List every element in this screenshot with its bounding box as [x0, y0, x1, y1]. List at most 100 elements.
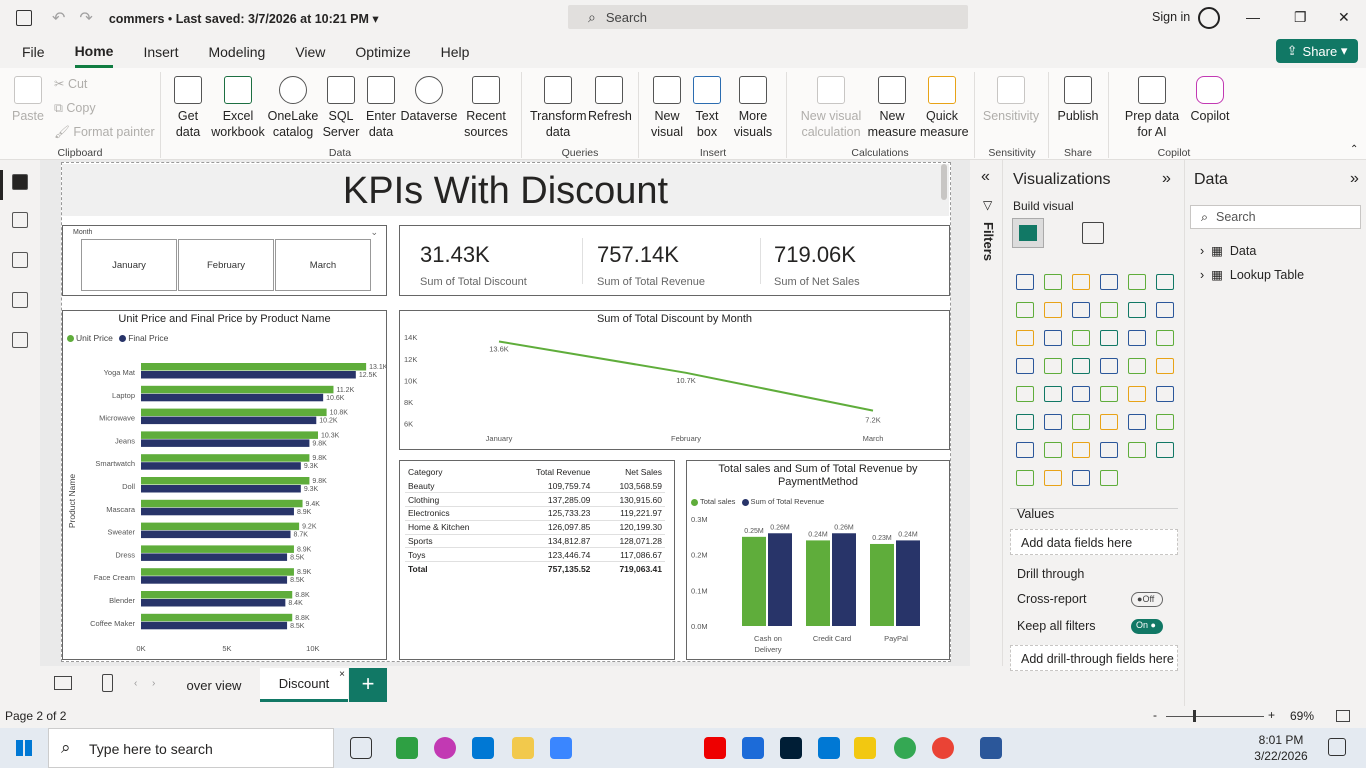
100-column-visual-icon[interactable]	[1156, 274, 1174, 290]
slicer-item-february[interactable]: February	[178, 239, 274, 291]
column-header[interactable]: Total Revenue	[504, 465, 593, 479]
100-area-visual-icon[interactable]	[1100, 302, 1118, 318]
stacked-bar-visual-icon[interactable]	[1016, 274, 1034, 290]
photoshop-icon[interactable]	[780, 737, 802, 759]
copy-button[interactable]: ⧉ Copy	[54, 100, 96, 116]
save-icon[interactable]	[16, 10, 32, 26]
kpi-card-group[interactable]: 31.43K Sum of Total Discount 757.14K Sum o…	[399, 225, 950, 296]
filters-pane[interactable]: « ▽ Filters	[975, 160, 1003, 666]
menu-view[interactable]: View	[295, 38, 325, 66]
ribbon-visual-icon[interactable]	[1016, 330, 1034, 346]
transform-data-button[interactable]: Transform data	[530, 76, 587, 140]
sensitivity-button[interactable]: Sensitivity	[980, 76, 1042, 124]
table-visual-icon[interactable]	[1100, 386, 1118, 402]
task-view-icon[interactable]	[350, 737, 372, 759]
sales-by-payment-chart[interactable]: Total sales and Sum of Total Revenue by …	[686, 460, 950, 660]
decomposition-tree-visual-icon[interactable]	[1072, 414, 1090, 430]
recent-sources-button[interactable]: Recent sources	[460, 76, 512, 140]
minimize-icon[interactable]: —	[1246, 9, 1260, 25]
search-box[interactable]: ⌕ Search	[568, 5, 968, 29]
funnel-visual-icon[interactable]	[1072, 330, 1090, 346]
close-icon[interactable]: ✕	[1338, 9, 1350, 26]
app-icon[interactable]	[742, 737, 764, 759]
qa-visual-icon[interactable]	[1100, 414, 1118, 430]
file-explorer-icon[interactable]	[512, 737, 534, 759]
close-tab-icon[interactable]: ×	[339, 669, 345, 680]
prep-data-ai-button[interactable]: Prep data for AI	[1116, 76, 1188, 140]
paginated-visual-icon[interactable]	[1156, 414, 1174, 430]
cross-report-toggle[interactable]: ●Off	[1131, 592, 1163, 607]
zoom-slider[interactable]	[1166, 716, 1264, 717]
line-clustered-visual-icon[interactable]	[1156, 302, 1174, 318]
enter-data-button[interactable]: Enter data	[362, 76, 400, 140]
values-field-well[interactable]: Add data fields here	[1010, 529, 1178, 555]
pycharm-icon[interactable]	[396, 737, 418, 759]
narrative-visual-icon[interactable]	[1128, 414, 1146, 430]
paste-button[interactable]: Paste	[10, 76, 46, 124]
keep-filters-toggle[interactable]: On ●	[1131, 619, 1163, 634]
pie-visual-icon[interactable]	[1128, 330, 1146, 346]
vscode-icon[interactable]	[818, 737, 840, 759]
model-view-icon[interactable]	[12, 252, 28, 268]
expand-icon[interactable]: »	[1350, 170, 1359, 188]
more-visual-icon[interactable]	[1100, 470, 1118, 486]
slicer-item-january[interactable]: January	[81, 239, 177, 291]
restore-icon[interactable]: ❐	[1294, 9, 1307, 26]
collapse-ribbon-icon[interactable]: ⌃	[1350, 144, 1358, 155]
dax-query-icon[interactable]	[12, 292, 28, 308]
report-page-visual-icon[interactable]	[1044, 442, 1062, 458]
table-item-data[interactable]: › ▦ Data	[1200, 243, 1256, 258]
power-bi-icon[interactable]	[854, 737, 876, 759]
waterfall-visual-icon[interactable]	[1044, 330, 1062, 346]
share-button[interactable]: ⇪ Share ▾	[1276, 39, 1358, 63]
100-bar-visual-icon[interactable]	[1128, 274, 1146, 290]
quick-measure-button[interactable]: Quick measure	[920, 76, 969, 140]
tab-discount[interactable]: Discount ×	[260, 668, 348, 702]
table-row[interactable]: Sports 134,812.87 128,071.28	[405, 534, 665, 549]
chevron-down-icon[interactable]: ⌄	[370, 227, 378, 238]
python-visual-visual-icon[interactable]	[1016, 414, 1034, 430]
collapse-icon[interactable]: «	[981, 168, 990, 186]
word-icon[interactable]	[980, 737, 1002, 759]
zoom-out-icon[interactable]: -	[1153, 708, 1157, 722]
text-box-button[interactable]: Text box	[688, 76, 726, 140]
zoom-slider-thumb[interactable]	[1193, 710, 1196, 722]
new-measure-button[interactable]: New measure	[866, 76, 918, 140]
sign-in-button[interactable]: Sign in	[1152, 10, 1190, 24]
multi-row-card-visual-icon[interactable]	[1016, 386, 1034, 402]
windows-start-icon[interactable]	[16, 740, 32, 756]
taskbar-search[interactable]: ⌕ Type here to search	[48, 728, 334, 768]
fit-page-icon[interactable]	[1336, 710, 1350, 722]
gauge-visual-icon[interactable]	[1128, 358, 1146, 374]
filled-map-visual-icon[interactable]	[1072, 358, 1090, 374]
chrome-icon[interactable]	[894, 737, 916, 759]
tmdl-view-icon[interactable]	[12, 332, 28, 348]
azure-map-visual-icon[interactable]	[1100, 358, 1118, 374]
add-page-button[interactable]: +	[349, 668, 387, 702]
trophy-visual-icon[interactable]	[1016, 442, 1034, 458]
clustered-column-visual-icon[interactable]	[1100, 274, 1118, 290]
map-visual-icon[interactable]	[1044, 358, 1062, 374]
line-visual-icon[interactable]	[1016, 302, 1034, 318]
chrome-profile-icon[interactable]	[932, 737, 954, 759]
file-title[interactable]: commers • Last saved: 3/7/2026 at 10:21 …	[109, 11, 379, 26]
onelake-button[interactable]: OneLake catalog	[266, 76, 320, 140]
menu-home[interactable]: Home	[74, 37, 114, 68]
copilot-button[interactable]: Copilot	[1188, 76, 1232, 124]
menu-file[interactable]: File	[22, 38, 45, 66]
column-header[interactable]: Category	[405, 465, 504, 479]
account-icon[interactable]	[1198, 7, 1220, 29]
cut-button[interactable]: ✂ Cut	[54, 76, 87, 92]
clustered-bar-visual-icon[interactable]	[1072, 274, 1090, 290]
build-visual-tab[interactable]	[1012, 218, 1044, 248]
slicer-item-march[interactable]: March	[275, 239, 371, 291]
menu-insert[interactable]: Insert	[143, 38, 178, 66]
matrix-visual-icon[interactable]	[1128, 386, 1146, 402]
stacked-area-visual-icon[interactable]	[1072, 302, 1090, 318]
table-view-icon[interactable]	[12, 212, 28, 228]
zoom-level[interactable]: 69%	[1290, 709, 1314, 723]
redo-icon[interactable]: ↷	[79, 8, 92, 28]
refresh-button[interactable]: Refresh	[588, 76, 632, 124]
table-row[interactable]: Clothing 137,285.09 130,915.60	[405, 492, 665, 508]
taskbar-clock[interactable]: 8:01 PM 3/22/2026	[1246, 732, 1316, 764]
